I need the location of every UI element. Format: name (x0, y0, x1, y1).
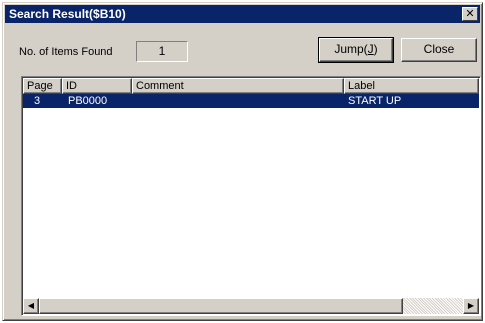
close-button[interactable]: Close (401, 38, 477, 62)
cell-id: PB0000 (68, 95, 108, 107)
items-found-count: 1 (136, 41, 188, 62)
cell-page: 3 (34, 95, 41, 107)
column-header-page[interactable]: Page (23, 78, 62, 94)
column-header-label[interactable]: Label (344, 78, 479, 94)
cell-label: START UP (348, 95, 402, 107)
jump-button-label: Jump( (334, 42, 368, 56)
jump-button[interactable]: Jump(J) (318, 37, 394, 63)
jump-button-label-end: ) (373, 42, 378, 56)
list-header: Page ID Comment Label (23, 78, 479, 94)
column-header-id[interactable]: ID (62, 78, 132, 94)
search-result-dialog: Search Result($B10) ✕ No. of Items Found… (2, 2, 483, 321)
table-row[interactable]: 3 PB0000 START UP (23, 94, 479, 108)
column-header-comment[interactable]: Comment (132, 78, 344, 94)
scroll-left-icon[interactable]: ◀ (23, 298, 39, 314)
close-icon[interactable]: ✕ (462, 7, 478, 21)
scrollbar-thumb[interactable] (39, 298, 403, 314)
window-title: Search Result($B10) (9, 7, 126, 21)
title-bar[interactable]: Search Result($B10) ✕ (5, 5, 480, 23)
horizontal-scrollbar[interactable]: ◀ ▶ (23, 298, 479, 314)
items-found-label: No. of Items Found (19, 46, 113, 58)
results-list[interactable]: Page ID Comment Label 3 PB0000 START UP … (21, 76, 481, 316)
scroll-right-icon[interactable]: ▶ (463, 298, 479, 314)
